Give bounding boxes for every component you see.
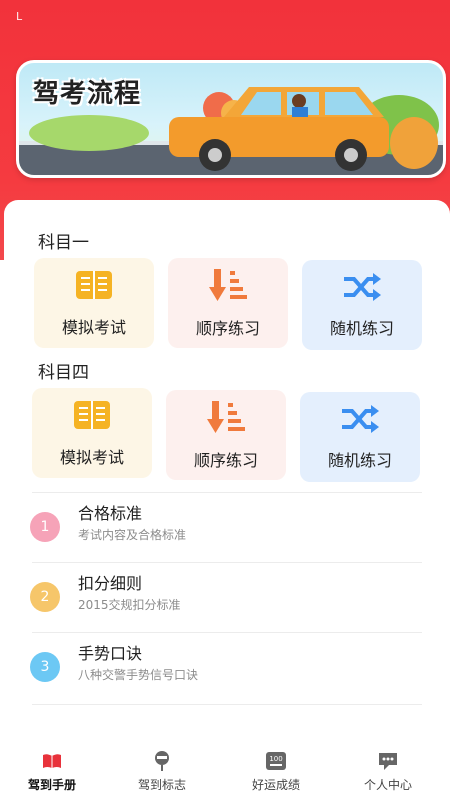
tile-label: 随机练习	[329, 319, 394, 338]
tile-label: 随机练习	[327, 451, 392, 470]
subject4-title: 科目四	[38, 363, 89, 383]
subject1-title: 科目一	[38, 233, 89, 253]
rule-item-hand-signals[interactable]: 3 手势口诀 八种交警手势信号口诀	[30, 636, 420, 696]
shuffle-icon	[340, 403, 380, 439]
rule-subtitle: 2015交规扣分标准	[78, 598, 181, 612]
number-badge: 2	[30, 582, 60, 612]
svg-text:100: 100	[269, 755, 282, 763]
sort-descending-icon	[206, 399, 246, 439]
divider	[32, 632, 422, 633]
chat-icon	[377, 750, 399, 772]
rule-title: 手势口诀	[78, 644, 143, 663]
tab-good-luck-score[interactable]: 100 好运成绩	[226, 744, 326, 800]
tab-traffic-signs[interactable]: 驾到标志	[112, 744, 212, 800]
sort-descending-icon	[208, 267, 248, 307]
tab-driving-handbook[interactable]: 驾到手册	[2, 744, 102, 800]
subject4-sequential-practice-button[interactable]: 顺序练习	[166, 390, 286, 480]
tile-label: 顺序练习	[195, 319, 260, 338]
rule-title: 合格标准	[78, 504, 143, 523]
number-badge: 3	[30, 652, 60, 682]
shuffle-icon	[342, 271, 382, 307]
driving-process-banner[interactable]: 驾考流程	[16, 60, 446, 178]
tab-personal-center[interactable]: 个人中心	[338, 744, 438, 800]
tab-label: 驾到标志	[137, 778, 186, 792]
tab-label: 个人中心	[363, 778, 412, 792]
tile-label: 模拟考试	[61, 318, 126, 337]
tab-label: 驾到手册	[27, 778, 76, 792]
rule-title: 扣分细则	[78, 574, 143, 593]
number-badge: 1	[30, 512, 60, 542]
sign-icon	[152, 750, 172, 772]
book-icon	[74, 268, 114, 306]
rule-subtitle: 考试内容及合格标准	[78, 528, 187, 542]
bottom-tab-bar: 驾到手册 驾到标志 100 好运成绩 个人中心	[0, 744, 450, 800]
subject1-random-practice-button[interactable]: 随机练习	[302, 260, 422, 350]
rule-subtitle: 八种交警手势信号口诀	[78, 668, 199, 682]
tab-label: 好运成绩	[251, 778, 300, 792]
status-indicator: L	[16, 10, 23, 23]
score-icon: 100	[265, 750, 287, 772]
subject1-sequential-practice-button[interactable]: 顺序练习	[168, 258, 288, 348]
divider	[32, 562, 422, 563]
rule-item-deduction-rules[interactable]: 2 扣分细则 2015交规扣分标准	[30, 566, 420, 626]
divider	[32, 492, 422, 493]
rule-item-pass-standard[interactable]: 1 合格标准 考试内容及合格标准	[30, 496, 420, 556]
book-icon	[72, 398, 112, 436]
main-card: 科目一 模拟考试 顺序练习 随机练习 科目四 模拟考试 顺序练习 随机练习 1 …	[4, 200, 450, 748]
subject4-random-practice-button[interactable]: 随机练习	[300, 392, 420, 482]
subject4-mock-exam-button[interactable]: 模拟考试	[32, 388, 152, 478]
tile-label: 模拟考试	[59, 448, 124, 467]
subject1-mock-exam-button[interactable]: 模拟考试	[34, 258, 154, 348]
tile-label: 顺序练习	[193, 451, 258, 470]
banner-title: 驾考流程	[33, 79, 142, 109]
book-icon	[42, 750, 62, 772]
divider	[32, 704, 422, 705]
